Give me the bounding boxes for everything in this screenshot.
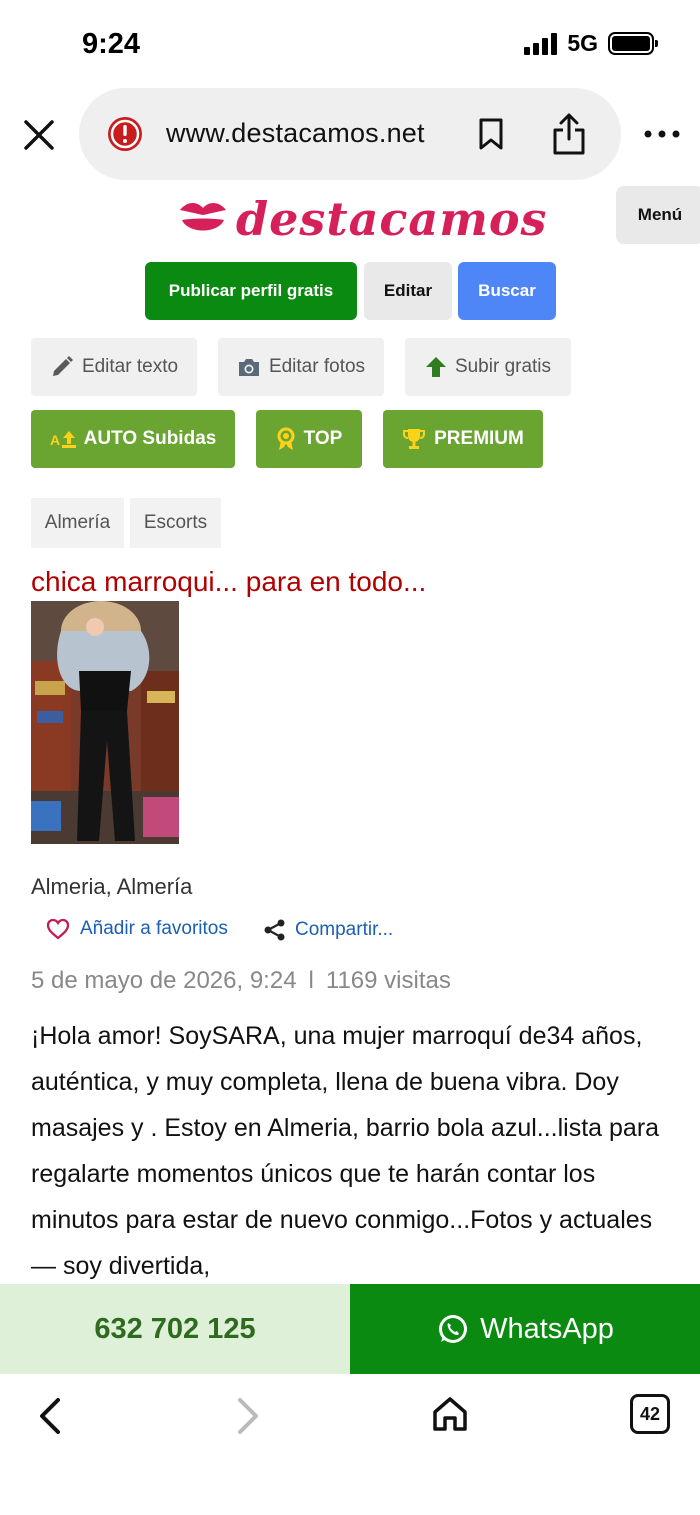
premium-label: PREMIUM [434,428,524,449]
tabs-count-button[interactable]: 42 [630,1394,670,1434]
browser-bottom-nav: 42 [0,1374,700,1515]
share-nodes-icon [264,919,285,941]
breadcrumb-category[interactable]: Escorts [130,498,221,548]
auto-uploads-button[interactable]: A AUTO Subidas [31,410,235,468]
ad-photo[interactable] [31,601,179,844]
network-label: 5G [567,30,598,56]
camera-icon [238,359,259,376]
bookmark-icon[interactable] [477,118,505,150]
share-icon[interactable] [551,112,587,156]
address-bar[interactable]: www.destacamos.net [79,88,621,180]
whatsapp-icon [439,1315,468,1343]
home-icon[interactable] [430,1394,470,1434]
top-button[interactable]: TOP [256,410,362,468]
top-label: TOP [303,428,343,449]
back-icon[interactable] [34,1396,66,1436]
premium-button[interactable]: PREMIUM [383,410,543,468]
whatsapp-label: WhatsApp [480,1312,614,1345]
search-button[interactable]: Buscar [458,262,556,320]
share-link[interactable]: Compartir... [263,918,393,942]
breadcrumb-city[interactable]: Almería [31,498,124,548]
status-indicators: 5G [524,30,658,57]
add-favorite-link[interactable]: Añadir a favoritos [46,918,228,940]
arrow-up-icon [425,357,446,377]
ad-location: Almeria, Almería [31,874,193,899]
edit-text-label: Editar texto [81,356,179,377]
close-icon[interactable] [22,118,56,152]
edit-text-button[interactable]: Editar texto [31,338,197,396]
auto-uploads-label: AUTO Subidas [83,428,217,449]
publish-profile-button[interactable]: Publicar perfil gratis [145,262,357,320]
ad-date: 5 de mayo de 2026, 9:24 [31,967,297,994]
status-time: 9:24 [82,28,141,60]
site-logo[interactable]: destacamos [178,192,547,246]
ad-meta: 5 de mayo de 2026, 9:24 l 1169 visitas [31,967,451,995]
award-icon [277,427,295,450]
ad-visits: 1169 visitas [325,967,451,994]
security-warning-icon[interactable] [106,115,144,153]
ad-title: chica marroqui... para en todo... [31,566,427,597]
url-text[interactable]: www.destacamos.net [166,118,425,149]
forward-icon[interactable] [232,1396,264,1436]
upload-free-button[interactable]: Subir gratis [405,338,571,396]
ad-description: ¡Hola amor! SoySARA, una mujer marroquí … [31,1022,660,1280]
lips-logo-icon [178,198,228,240]
heart-icon [46,918,70,940]
menu-button[interactable]: Menú [616,186,700,244]
edit-photos-label: Editar fotos [268,356,366,377]
auto-upload-icon: A [50,431,76,448]
edit-photos-button[interactable]: Editar fotos [218,338,384,396]
trophy-icon [403,429,426,449]
status-bar: 9:24 5G [0,0,700,90]
meta-separator: l [308,967,314,994]
upload-free-label: Subir gratis [454,356,552,377]
pencil-icon [52,356,73,376]
call-phone-button[interactable]: 632 702 125 [0,1284,350,1374]
whatsapp-button[interactable]: WhatsApp [350,1284,700,1374]
battery-icon [608,32,658,55]
more-options-icon[interactable] [642,126,682,142]
share-label: Compartir... [295,919,394,940]
add-favorite-label: Añadir a favoritos [80,918,228,939]
edit-button[interactable]: Editar [364,262,452,320]
signal-icon [524,32,558,55]
svg-text:A: A [50,432,60,448]
logo-text: destacamos [236,192,548,246]
